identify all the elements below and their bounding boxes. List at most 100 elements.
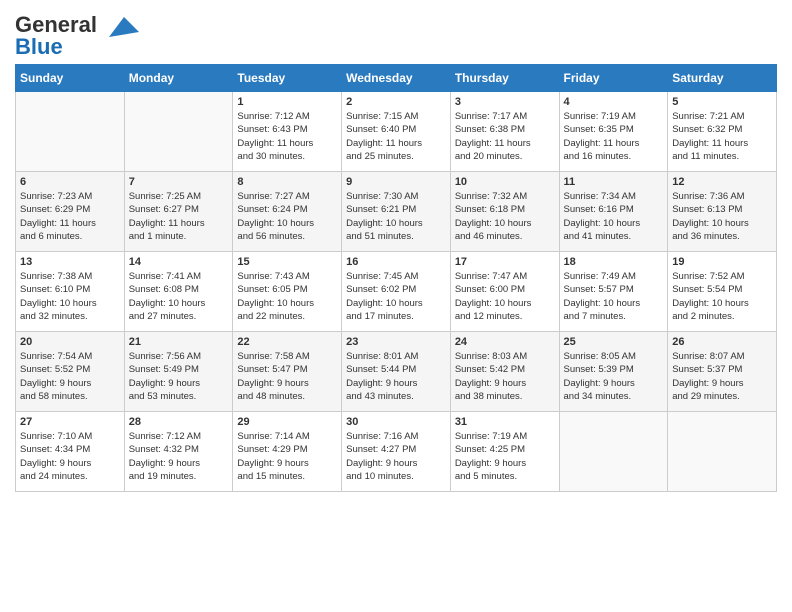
weekday-header-tuesday: Tuesday xyxy=(233,65,342,92)
calendar-cell xyxy=(559,412,668,492)
calendar-cell: 21 Sunrise: 7:56 AMSunset: 5:49 PMDayligh… xyxy=(124,332,233,412)
day-number: 5 xyxy=(672,96,772,108)
cell-content: Sunrise: 7:34 AMSunset: 6:16 PMDaylight:… xyxy=(564,190,664,243)
day-number: 14 xyxy=(129,256,229,268)
calendar-cell: 19 Sunrise: 7:52 AMSunset: 5:54 PMDayligh… xyxy=(668,252,777,332)
calendar-cell: 12 Sunrise: 7:36 AMSunset: 6:13 PMDayligh… xyxy=(668,172,777,252)
cell-content: Sunrise: 7:30 AMSunset: 6:21 PMDaylight:… xyxy=(346,190,446,243)
logo-icon xyxy=(99,12,139,42)
cell-content: Sunrise: 7:21 AMSunset: 6:32 PMDaylight:… xyxy=(672,110,772,163)
cell-content: Sunrise: 7:41 AMSunset: 6:08 PMDaylight:… xyxy=(129,270,229,323)
calendar-cell: 25 Sunrise: 8:05 AMSunset: 5:39 PMDayligh… xyxy=(559,332,668,412)
cell-content: Sunrise: 8:03 AMSunset: 5:42 PMDaylight:… xyxy=(455,350,555,403)
calendar-cell: 29Sunrise: 7:14 AMSunset: 4:29 PMDayligh… xyxy=(233,412,342,492)
day-number: 11 xyxy=(564,176,664,188)
cell-content: Sunrise: 7:10 AMSunset: 4:34 PMDaylight:… xyxy=(20,430,120,483)
day-number: 22 xyxy=(237,336,337,348)
day-number: 3 xyxy=(455,96,555,108)
calendar-cell: 8Sunrise: 7:27 AMSunset: 6:24 PMDaylight… xyxy=(233,172,342,252)
day-number: 19 xyxy=(672,256,772,268)
calendar-cell: 14 Sunrise: 7:41 AMSunset: 6:08 PMDayligh… xyxy=(124,252,233,332)
day-number: 21 xyxy=(129,336,229,348)
cell-content: Sunrise: 7:19 AMSunset: 4:25 PMDaylight:… xyxy=(455,430,555,483)
day-number: 29 xyxy=(237,416,337,428)
calendar-cell: 6 Sunrise: 7:23 AMSunset: 6:29 PMDaylight… xyxy=(16,172,125,252)
cell-content: Sunrise: 7:49 AMSunset: 5:57 PMDaylight:… xyxy=(564,270,664,323)
calendar-cell xyxy=(668,412,777,492)
calendar-cell: 30Sunrise: 7:16 AMSunset: 4:27 PMDayligh… xyxy=(342,412,451,492)
calendar-cell: 9 Sunrise: 7:30 AMSunset: 6:21 PMDaylight… xyxy=(342,172,451,252)
cell-content: Sunrise: 7:19 AMSunset: 6:35 PMDaylight:… xyxy=(564,110,664,163)
day-number: 4 xyxy=(564,96,664,108)
cell-content: Sunrise: 7:12 AMSunset: 6:43 PMDaylight:… xyxy=(237,110,337,163)
cell-content: Sunrise: 7:23 AMSunset: 6:29 PMDaylight:… xyxy=(20,190,120,243)
cell-content: Sunrise: 7:38 AMSunset: 6:10 PMDaylight:… xyxy=(20,270,120,323)
calendar-cell: 20 Sunrise: 7:54 AMSunset: 5:52 PMDayligh… xyxy=(16,332,125,412)
weekday-header-monday: Monday xyxy=(124,65,233,92)
calendar-cell: 23 Sunrise: 8:01 AMSunset: 5:44 PMDayligh… xyxy=(342,332,451,412)
calendar-cell: 10 Sunrise: 7:32 AMSunset: 6:18 PMDayligh… xyxy=(450,172,559,252)
calendar-cell: 4 Sunrise: 7:19 AMSunset: 6:35 PMDaylight… xyxy=(559,92,668,172)
cell-content: Sunrise: 7:15 AMSunset: 6:40 PMDaylight:… xyxy=(346,110,446,163)
cell-content: Sunrise: 7:45 AMSunset: 6:02 PMDaylight:… xyxy=(346,270,446,323)
day-number: 12 xyxy=(672,176,772,188)
day-number: 6 xyxy=(20,176,120,188)
cell-content: Sunrise: 7:54 AMSunset: 5:52 PMDaylight:… xyxy=(20,350,120,403)
cell-content: Sunrise: 8:05 AMSunset: 5:39 PMDaylight:… xyxy=(564,350,664,403)
day-number: 7 xyxy=(129,176,229,188)
calendar-cell: 22 Sunrise: 7:58 AMSunset: 5:47 PMDayligh… xyxy=(233,332,342,412)
calendar-cell: 5 Sunrise: 7:21 AMSunset: 6:32 PMDaylight… xyxy=(668,92,777,172)
page-header: GeneralBlue xyxy=(15,10,777,58)
calendar-week-row: 13 Sunrise: 7:38 AMSunset: 6:10 PMDayligh… xyxy=(16,252,777,332)
cell-content: Sunrise: 7:25 AMSunset: 6:27 PMDaylight:… xyxy=(129,190,229,243)
day-number: 23 xyxy=(346,336,446,348)
cell-content: Sunrise: 7:16 AMSunset: 4:27 PMDaylight:… xyxy=(346,430,446,483)
day-number: 2 xyxy=(346,96,446,108)
calendar-cell: 2 Sunrise: 7:15 AMSunset: 6:40 PMDaylight… xyxy=(342,92,451,172)
day-number: 18 xyxy=(564,256,664,268)
calendar-week-row: 20 Sunrise: 7:54 AMSunset: 5:52 PMDayligh… xyxy=(16,332,777,412)
day-number: 24 xyxy=(455,336,555,348)
calendar-cell: 13 Sunrise: 7:38 AMSunset: 6:10 PMDayligh… xyxy=(16,252,125,332)
calendar-cell: 1 Sunrise: 7:12 AMSunset: 6:43 PMDaylight… xyxy=(233,92,342,172)
calendar-cell: 3 Sunrise: 7:17 AMSunset: 6:38 PMDaylight… xyxy=(450,92,559,172)
logo: GeneralBlue xyxy=(15,10,139,58)
cell-content: Sunrise: 7:58 AMSunset: 5:47 PMDaylight:… xyxy=(237,350,337,403)
calendar-cell: 28Sunrise: 7:12 AMSunset: 4:32 PMDayligh… xyxy=(124,412,233,492)
calendar-cell: 31 Sunrise: 7:19 AMSunset: 4:25 PMDayligh… xyxy=(450,412,559,492)
calendar-cell: 11 Sunrise: 7:34 AMSunset: 6:16 PMDayligh… xyxy=(559,172,668,252)
weekday-header-friday: Friday xyxy=(559,65,668,92)
calendar-cell: 26Sunrise: 8:07 AMSunset: 5:37 PMDayligh… xyxy=(668,332,777,412)
cell-content: Sunrise: 7:43 AMSunset: 6:05 PMDaylight:… xyxy=(237,270,337,323)
cell-content: Sunrise: 7:17 AMSunset: 6:38 PMDaylight:… xyxy=(455,110,555,163)
calendar-week-row: 6 Sunrise: 7:23 AMSunset: 6:29 PMDaylight… xyxy=(16,172,777,252)
calendar-cell: 27 Sunrise: 7:10 AMSunset: 4:34 PMDayligh… xyxy=(16,412,125,492)
weekday-header-thursday: Thursday xyxy=(450,65,559,92)
cell-content: Sunrise: 7:27 AMSunset: 6:24 PMDaylight:… xyxy=(237,190,337,243)
calendar-week-row: 1 Sunrise: 7:12 AMSunset: 6:43 PMDaylight… xyxy=(16,92,777,172)
calendar-cell: 18 Sunrise: 7:49 AMSunset: 5:57 PMDayligh… xyxy=(559,252,668,332)
calendar-cell: 24 Sunrise: 8:03 AMSunset: 5:42 PMDayligh… xyxy=(450,332,559,412)
day-number: 20 xyxy=(20,336,120,348)
logo-text: GeneralBlue xyxy=(15,14,97,58)
day-number: 1 xyxy=(237,96,337,108)
cell-content: Sunrise: 7:36 AMSunset: 6:13 PMDaylight:… xyxy=(672,190,772,243)
day-number: 27 xyxy=(20,416,120,428)
cell-content: Sunrise: 7:32 AMSunset: 6:18 PMDaylight:… xyxy=(455,190,555,243)
cell-content: Sunrise: 8:01 AMSunset: 5:44 PMDaylight:… xyxy=(346,350,446,403)
day-number: 31 xyxy=(455,416,555,428)
calendar-cell: 16 Sunrise: 7:45 AMSunset: 6:02 PMDayligh… xyxy=(342,252,451,332)
cell-content: Sunrise: 7:56 AMSunset: 5:49 PMDaylight:… xyxy=(129,350,229,403)
day-number: 16 xyxy=(346,256,446,268)
day-number: 9 xyxy=(346,176,446,188)
day-number: 26 xyxy=(672,336,772,348)
calendar-cell: 17Sunrise: 7:47 AMSunset: 6:00 PMDayligh… xyxy=(450,252,559,332)
day-number: 17 xyxy=(455,256,555,268)
calendar-week-row: 27 Sunrise: 7:10 AMSunset: 4:34 PMDayligh… xyxy=(16,412,777,492)
day-number: 10 xyxy=(455,176,555,188)
day-number: 13 xyxy=(20,256,120,268)
day-number: 25 xyxy=(564,336,664,348)
weekday-header-saturday: Saturday xyxy=(668,65,777,92)
calendar-cell xyxy=(16,92,125,172)
cell-content: Sunrise: 7:52 AMSunset: 5:54 PMDaylight:… xyxy=(672,270,772,323)
